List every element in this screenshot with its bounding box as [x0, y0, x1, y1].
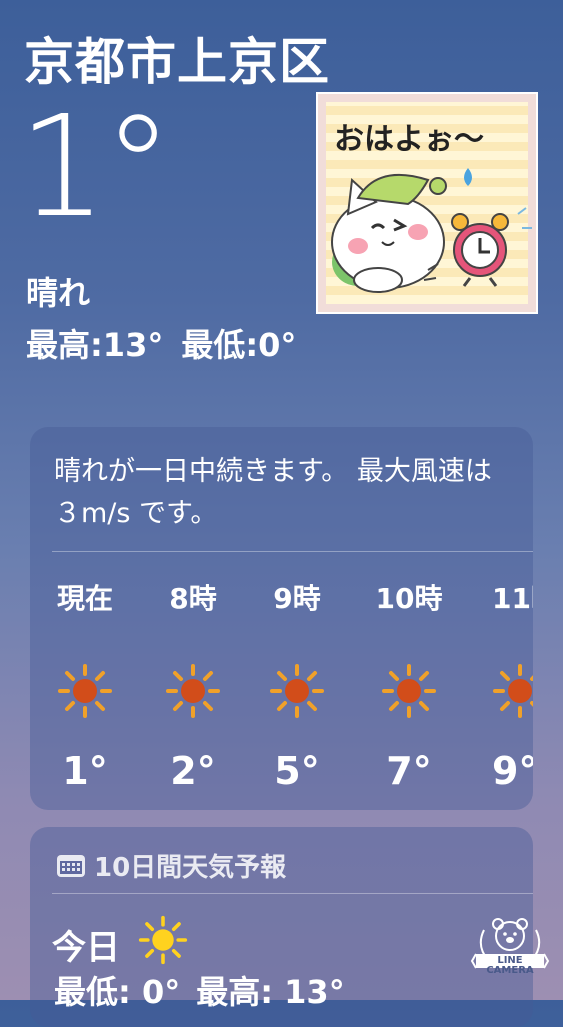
hour-time: 9時	[273, 582, 321, 615]
sun-icon	[242, 663, 352, 719]
hour-time: 10時	[375, 582, 443, 615]
hour-temp: 9°	[492, 749, 533, 793]
sun-icon	[138, 663, 248, 719]
sun-icon	[138, 915, 188, 974]
high-temp: 最高:13°	[26, 326, 164, 364]
hourly-forecast-card[interactable]: 晴れが一日中続きます。 最大風速は３m/s です。 現在 1° 8時 2° 9時…	[30, 427, 533, 810]
hour-temp: 7°	[386, 749, 432, 793]
hour-time: 8時	[169, 582, 217, 615]
hour-time: 11時	[492, 582, 533, 615]
ten-day-title: 10日間天気予報	[94, 853, 287, 883]
hour-item-10[interactable]: 10時 7°	[354, 577, 464, 793]
hour-temp: 1°	[62, 749, 108, 793]
bear-logo-icon	[470, 918, 550, 969]
hour-time: 現在	[56, 582, 113, 615]
day-label: 今日	[52, 928, 120, 968]
current-temperature: 1°	[18, 86, 173, 249]
ten-day-header: 10日間天気予報	[56, 847, 286, 884]
current-condition: 晴れ	[26, 274, 91, 312]
low-temp: 最低:0°	[181, 326, 297, 364]
sun-icon	[354, 663, 464, 719]
ten-day-forecast-card[interactable]: 10日間天気予報 今日 最低: 0° 最高: 13°	[30, 827, 533, 1027]
card-divider	[52, 551, 533, 552]
day-row-today[interactable]: 今日	[52, 915, 188, 974]
day-low: 最低: 0°	[54, 973, 181, 1011]
hour-temp: 5°	[274, 749, 320, 793]
hour-item-now[interactable]: 現在 1°	[30, 577, 140, 793]
calendar-icon	[57, 854, 85, 877]
hour-item-9[interactable]: 9時 5°	[242, 577, 352, 793]
city-name: 京都市上京区	[24, 33, 330, 91]
sun-icon	[492, 663, 533, 719]
watermark-text: LINE CAMERA	[486, 955, 534, 976]
greeting-sticker: おはよぉ〜	[316, 92, 538, 314]
day-range: 最低: 0° 最高: 13°	[54, 967, 361, 1013]
sticker-text: おはよぉ〜	[334, 122, 484, 157]
weather-summary: 晴れが一日中続きます。 最大風速は３m/s です。	[54, 456, 492, 529]
hour-temp: 2°	[170, 749, 216, 793]
hour-item-11[interactable]: 11時 9°	[462, 577, 533, 793]
hour-item-8[interactable]: 8時 2°	[138, 577, 248, 793]
high-low: 最高:13° 最低:0°	[26, 320, 314, 366]
card-divider	[52, 893, 533, 894]
line-camera-watermark: LINE CAMERA	[470, 910, 550, 990]
day-high: 最高: 13°	[196, 973, 345, 1011]
sun-icon	[30, 663, 140, 719]
